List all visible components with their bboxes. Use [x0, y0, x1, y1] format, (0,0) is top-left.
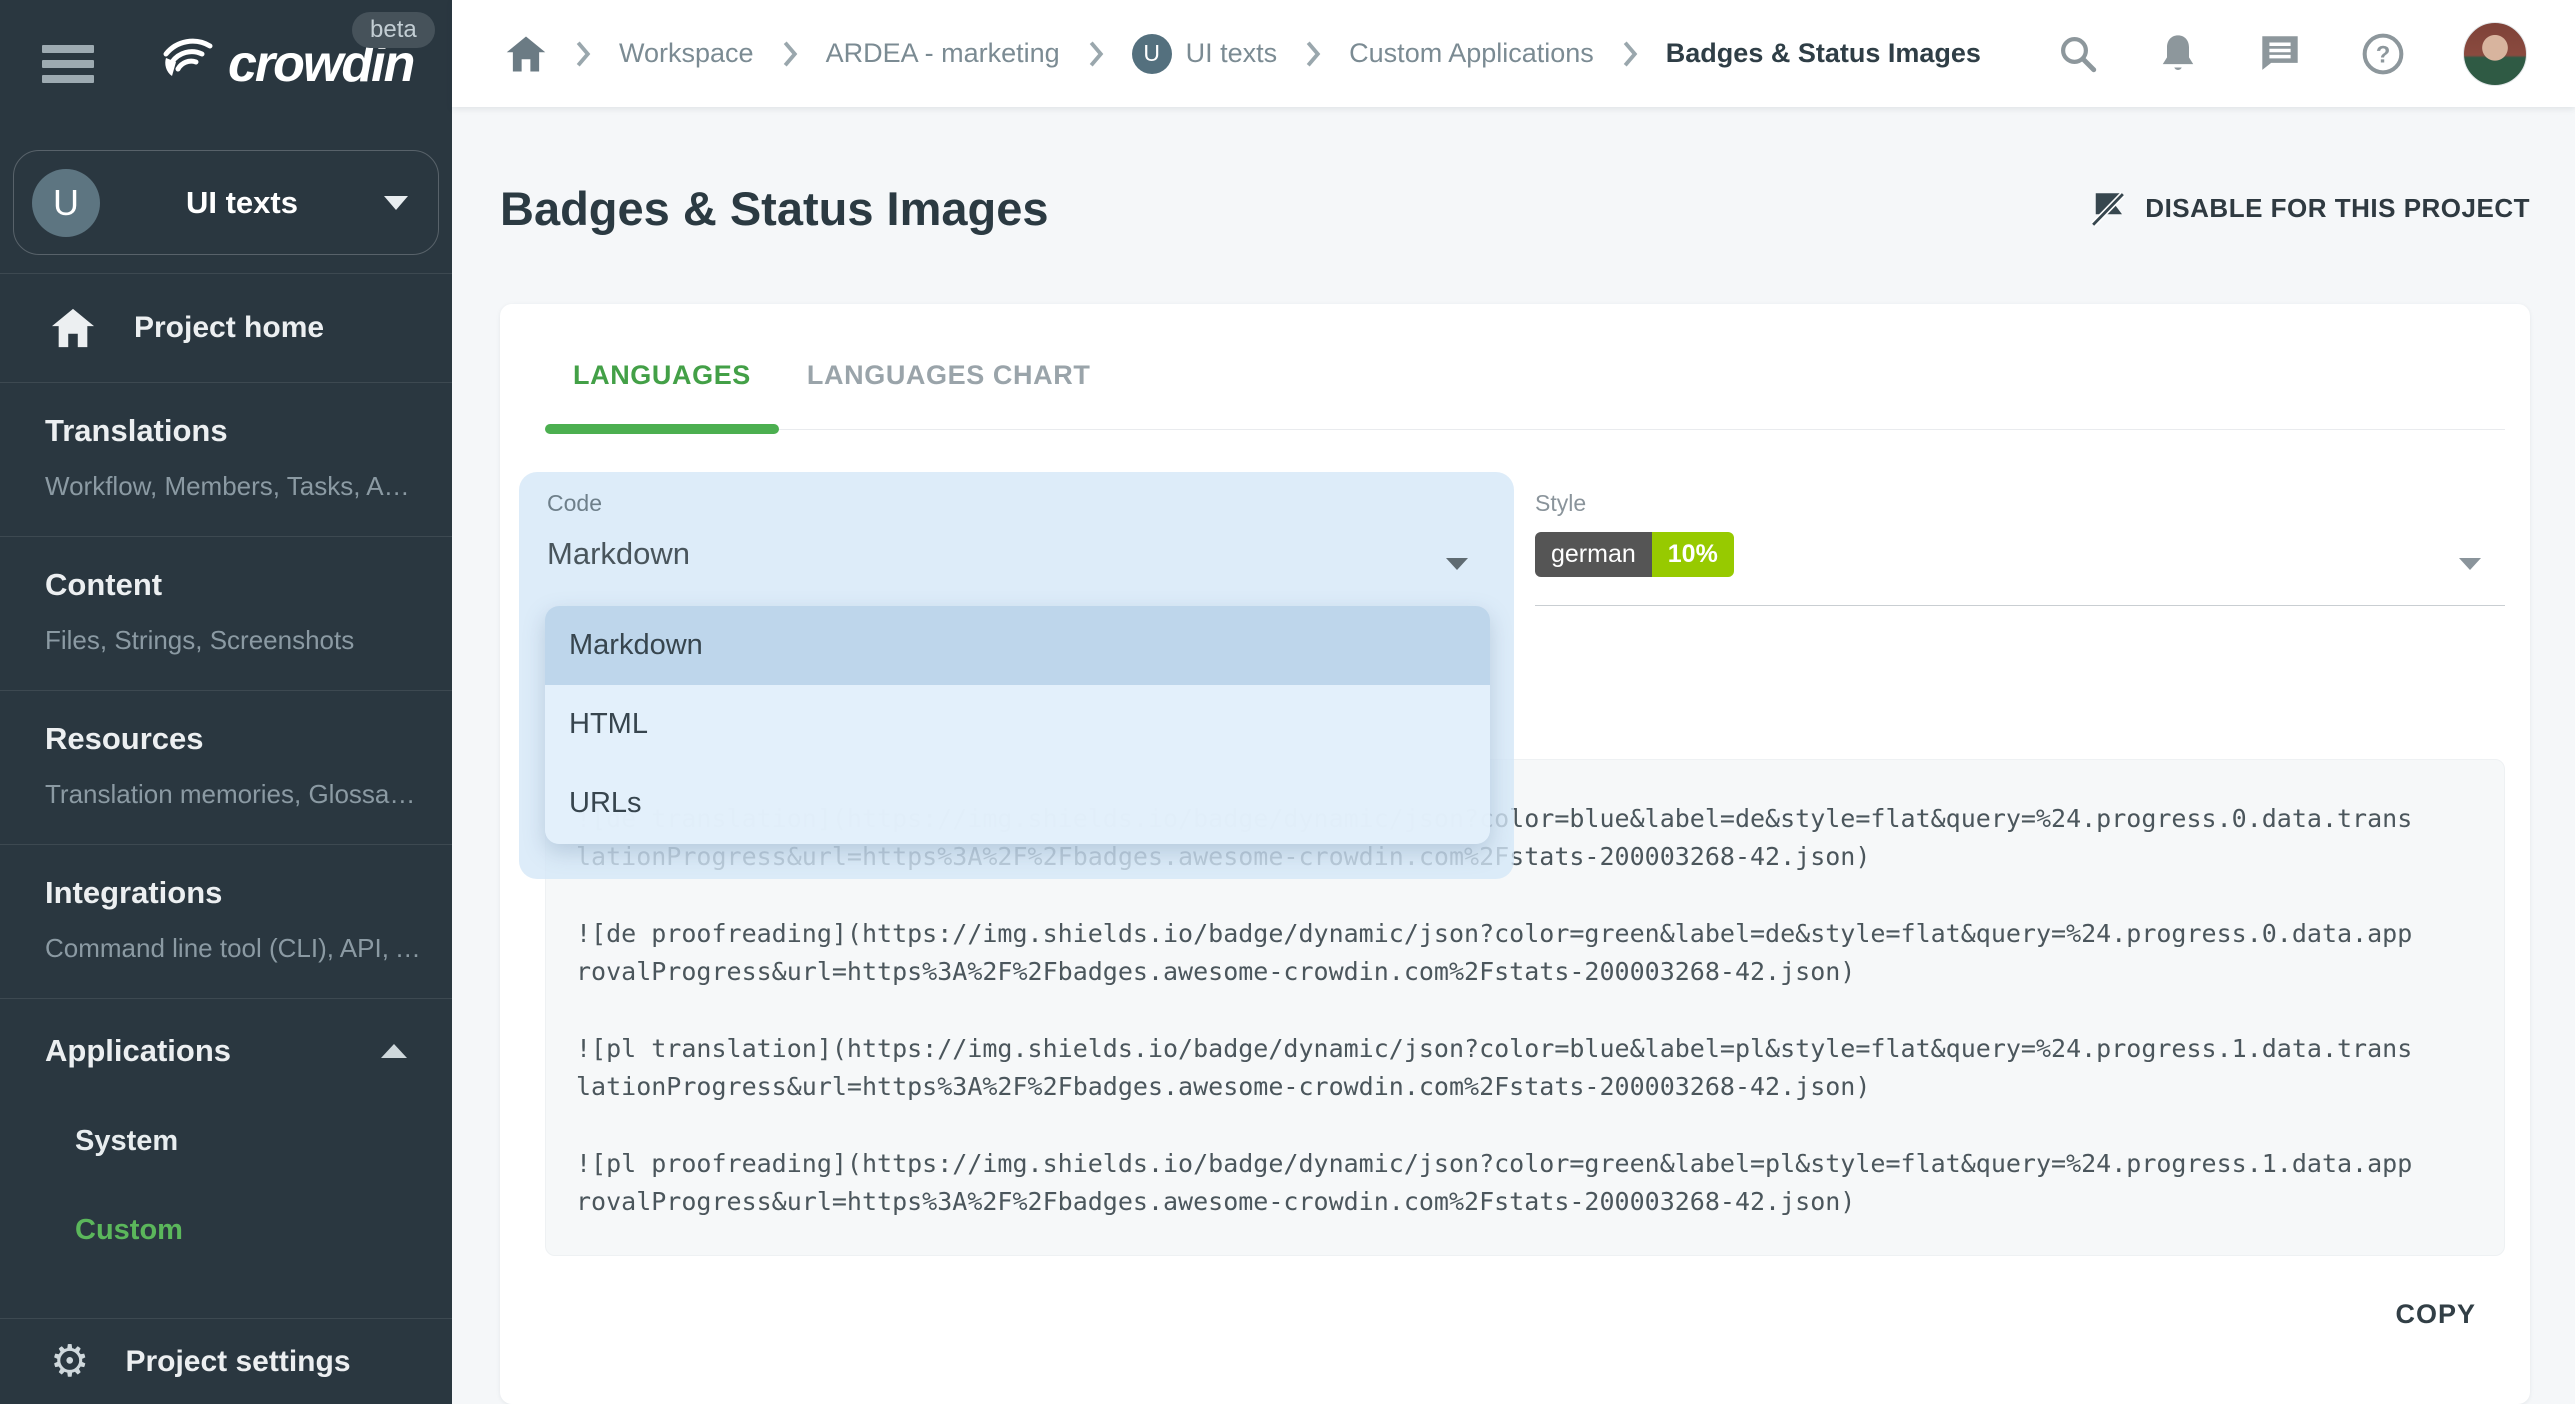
badge-preview-value: 10%: [1652, 532, 1734, 577]
menu-item-urls[interactable]: URLs: [545, 764, 1490, 843]
home-icon: [50, 307, 96, 349]
code-line: rovalProgress&url=https%3A%2F%2Fbadges.a…: [576, 1183, 2504, 1221]
badge-preview-label: german: [1535, 532, 1652, 577]
page-header: Badges & Status Images DISABLE FOR THIS …: [500, 181, 2530, 236]
topbar: Workspace ARDEA - marketing U UI texts C…: [452, 0, 2575, 107]
style-select[interactable]: Style german 10%: [1535, 472, 2505, 606]
chevron-down-icon: [384, 196, 408, 210]
menu-item-markdown[interactable]: Markdown: [545, 606, 1490, 685]
sidebar: beta crowdin U UI texts: [0, 0, 452, 1404]
copy-button[interactable]: COPY: [2381, 1289, 2490, 1340]
app-window: beta crowdin U UI texts: [0, 0, 2575, 1404]
code-select-value: Markdown: [547, 536, 690, 572]
sidebar-item-translations[interactable]: Translations Workflow, Members, Tasks, A…: [0, 383, 452, 536]
svg-text:?: ?: [2376, 41, 2391, 68]
tab-languages[interactable]: LANGUAGES: [545, 360, 779, 429]
section-subtitle: Translation memories, Glossari…: [45, 779, 422, 810]
search-icon[interactable]: [2057, 33, 2099, 75]
flag-slash-icon: [2087, 188, 2129, 230]
active-tab-indicator: [545, 424, 779, 434]
project-avatar: U: [32, 169, 100, 237]
page-content: Badges & Status Images DISABLE FOR THIS …: [452, 107, 2575, 1404]
section-title: Resources: [45, 721, 422, 757]
hamburger-menu-icon[interactable]: [42, 45, 94, 83]
main-area: Workspace ARDEA - marketing U UI texts C…: [452, 0, 2575, 1404]
disable-for-project-button[interactable]: DISABLE FOR THIS PROJECT: [2087, 188, 2530, 230]
code-line: rovalProgress&url=https%3A%2F%2Fbadges.a…: [576, 953, 2504, 991]
breadcrumb-project[interactable]: ARDEA - marketing: [826, 38, 1060, 69]
section-subtitle: Workflow, Members, Tasks, Act…: [45, 471, 422, 502]
sidebar-item-resources[interactable]: Resources Translation memories, Glossari…: [0, 691, 452, 844]
chevron-up-icon: [381, 1044, 407, 1058]
sidebar-item-project-settings[interactable]: ⚙ Project settings: [0, 1318, 452, 1404]
code-line: ![de proofreading](https://img.shields.i…: [576, 915, 2504, 953]
disable-button-label: DISABLE FOR THIS PROJECT: [2145, 193, 2530, 224]
code-entry: ![pl translation](https://img.shields.io…: [576, 1030, 2504, 1106]
section-title: Applications: [45, 1033, 231, 1069]
home-icon[interactable]: [505, 34, 547, 74]
code-line: ![pl translation](https://img.shields.io…: [576, 1030, 2504, 1068]
sidebar-item-system[interactable]: System: [45, 1125, 407, 1158]
crowdin-logo-icon: [152, 32, 216, 96]
chevron-right-icon: [1622, 41, 1638, 67]
chevron-down-icon: [2459, 558, 2481, 570]
section-subtitle: Files, Strings, Screenshots: [45, 625, 422, 656]
page-title: Badges & Status Images: [500, 181, 1049, 236]
section-subtitle: Command line tool (CLI), API, A…: [45, 933, 422, 964]
breadcrumb-label: UI texts: [1186, 38, 1278, 69]
breadcrumb: Workspace ARDEA - marketing U UI texts C…: [505, 34, 2057, 74]
chevron-right-icon: [575, 41, 591, 67]
code-entry: ![pl proofreading](https://img.shields.i…: [576, 1145, 2504, 1221]
breadcrumb-workspace[interactable]: Workspace: [619, 38, 754, 69]
sidebar-item-integrations[interactable]: Integrations Command line tool (CLI), AP…: [0, 845, 452, 998]
code-select-label: Code: [547, 490, 602, 517]
sidebar-item-content[interactable]: Content Files, Strings, Screenshots: [0, 537, 452, 690]
chevron-right-icon: [782, 41, 798, 67]
user-avatar[interactable]: [2463, 22, 2527, 86]
badges-card: LANGUAGES LANGUAGES CHART ![de translati…: [500, 304, 2530, 1404]
section-title: Content: [45, 567, 422, 603]
help-icon[interactable]: ?: [2361, 32, 2405, 76]
breadcrumb-ui-texts[interactable]: U UI texts: [1132, 34, 1278, 74]
sidebar-item-label: Project home: [134, 311, 324, 345]
section-title: Translations: [45, 413, 422, 449]
tab-label: LANGUAGES: [573, 360, 751, 390]
project-name: UI texts: [100, 185, 384, 221]
notifications-bell-icon[interactable]: [2157, 32, 2199, 76]
breadcrumb-custom-applications[interactable]: Custom Applications: [1349, 38, 1594, 69]
code-line: ![pl proofreading](https://img.shields.i…: [576, 1145, 2504, 1183]
code-select-menu: Markdown HTML URLs: [545, 606, 1490, 844]
beta-badge: beta: [352, 12, 435, 48]
tab-languages-chart[interactable]: LANGUAGES CHART: [779, 360, 1119, 429]
gear-icon: ⚙: [50, 1340, 89, 1384]
sidebar-group-applications: Applications System Custom: [0, 999, 452, 1275]
project-selector[interactable]: U UI texts: [13, 150, 439, 255]
section-title: Integrations: [45, 875, 422, 911]
code-line: lationProgress&url=https%3A%2F%2Fbadges.…: [576, 1068, 2504, 1106]
code-entry: ![de proofreading](https://img.shields.i…: [576, 915, 2504, 991]
messages-chat-icon[interactable]: [2257, 32, 2303, 76]
style-select-label: Style: [1535, 490, 1586, 517]
chevron-down-icon: [1446, 558, 1468, 570]
chevron-right-icon: [1305, 41, 1321, 67]
chevron-right-icon: [1088, 41, 1104, 67]
tab-label: LANGUAGES CHART: [807, 360, 1091, 390]
sidebar-item-applications[interactable]: Applications: [45, 1033, 407, 1069]
sidebar-item-project-home[interactable]: Project home: [0, 274, 452, 382]
badge-preview: german 10%: [1535, 532, 1734, 577]
code-select[interactable]: Code Markdown: [519, 472, 1514, 606]
breadcrumb-current: Badges & Status Images: [1666, 38, 1981, 69]
code-select-focus-overlay: Code Markdown Markdown HTML URLs: [519, 472, 1514, 879]
project-avatar: U: [1132, 34, 1172, 74]
topbar-icons: ?: [2057, 22, 2527, 86]
tabs: LANGUAGES LANGUAGES CHART: [545, 304, 2505, 430]
menu-item-html[interactable]: HTML: [545, 685, 1490, 764]
sidebar-item-custom[interactable]: Custom: [45, 1214, 407, 1247]
sidebar-item-label: Project settings: [125, 1345, 350, 1379]
